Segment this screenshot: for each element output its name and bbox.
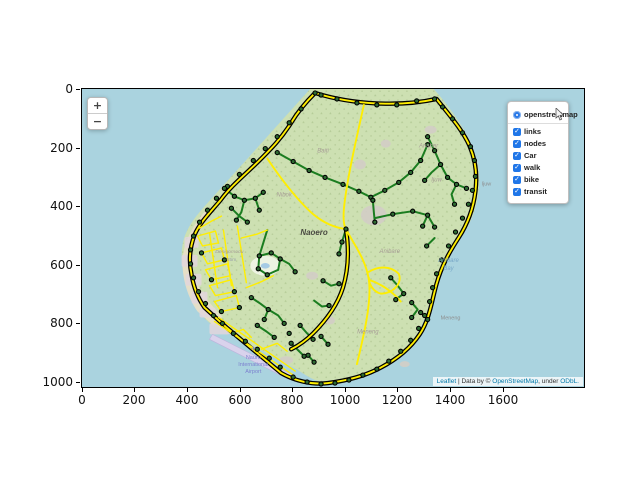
overlay-nodes[interactable]: ✓ nodes xyxy=(513,139,563,148)
y-tick-mark xyxy=(76,323,80,324)
label-baiti: Baiti xyxy=(317,149,329,155)
base-layer-label: openstreetmap xyxy=(524,110,578,119)
openstreetmap-link[interactable]: OpenStreetMap xyxy=(492,378,538,385)
map-canvas[interactable]: Naoero Baiti Anabar Ijuw Ijuw Nibok Anib… xyxy=(81,88,585,388)
checkbox-checked-icon[interactable]: ✓ xyxy=(513,139,521,148)
overlay-bike[interactable]: ✓ bike xyxy=(513,175,563,184)
x-tick-mark xyxy=(397,388,398,392)
airplane-icon: ✈ xyxy=(250,346,256,353)
y-tick-mark xyxy=(76,148,80,149)
zoom-in-button[interactable]: + xyxy=(88,98,107,114)
overlay-label: links xyxy=(524,127,542,136)
label-ijuw-coast: Ijuw xyxy=(482,181,492,187)
checkbox-checked-icon[interactable]: ✓ xyxy=(513,127,521,136)
mouse-cursor-icon xyxy=(555,108,564,121)
leaflet-link[interactable]: Leaflet xyxy=(437,378,457,385)
x-tick-mark xyxy=(82,388,83,392)
layers-separator xyxy=(508,123,568,124)
y-tick-label: 400 xyxy=(50,199,73,213)
x-tick-mark xyxy=(503,388,504,392)
zoom-out-button[interactable]: − xyxy=(88,114,107,129)
attribution-text: , under xyxy=(538,378,561,385)
buada-lagoon xyxy=(260,263,270,269)
x-tick-mark xyxy=(345,388,346,392)
x-tick-label: 200 xyxy=(122,393,146,407)
y-tick-label: 800 xyxy=(50,316,73,330)
radio-selected-icon[interactable] xyxy=(513,110,521,119)
checkbox-checked-icon[interactable]: ✓ xyxy=(513,175,521,184)
x-tick-label: 1600 xyxy=(487,393,519,407)
label-anibare-bay: Bay xyxy=(443,266,454,272)
x-tick-label: 0 xyxy=(78,393,86,407)
x-tick-label: 1400 xyxy=(434,393,466,407)
label-anibare: Anibare xyxy=(378,249,400,255)
label-airport: Nauru xyxy=(246,355,261,361)
label-anabar: Anabar xyxy=(418,144,439,150)
label-country: Naoero xyxy=(300,228,328,237)
label-meneng-coast: Meneng xyxy=(441,315,461,321)
x-tick-mark xyxy=(240,388,241,392)
map-attribution: Leaflet | Data by © OpenStreetMap, under… xyxy=(432,377,583,386)
y-tick-label: 1000 xyxy=(42,375,73,389)
matplotlib-figure: 0 200 400 600 800 1000 1200 1400 1600 0 … xyxy=(0,0,640,480)
x-tick-mark xyxy=(134,388,135,392)
x-tick-label: 1200 xyxy=(381,393,413,407)
leaflet-zoom-control: + − xyxy=(87,97,108,130)
y-tick-label: 0 xyxy=(65,82,73,96)
overlay-car[interactable]: ✓ Car xyxy=(513,151,563,160)
overlay-label: bike xyxy=(524,175,540,184)
label-anibare-bay: Anibare xyxy=(437,258,459,264)
x-tick-mark xyxy=(292,388,293,392)
odbl-link[interactable]: ODbL. xyxy=(560,378,579,385)
y-tick-mark xyxy=(76,206,80,207)
overlay-transit[interactable]: ✓ transit xyxy=(513,187,563,196)
label-nibok: Nibok xyxy=(277,192,293,198)
checkbox-checked-icon[interactable]: ✓ xyxy=(513,187,521,196)
label-airport: Airport xyxy=(245,369,262,375)
overlay-walk[interactable]: ✓ walk xyxy=(513,163,563,172)
label-meneng: Meneng xyxy=(357,329,379,335)
y-tick-mark xyxy=(76,89,80,90)
overlay-label: transit xyxy=(524,187,547,196)
checkbox-checked-icon[interactable]: ✓ xyxy=(513,151,521,160)
label-elevation: 65m xyxy=(227,257,237,263)
label-denigomodu: Denigomodu xyxy=(215,249,243,255)
y-tick-label: 200 xyxy=(50,141,73,155)
checkbox-checked-icon[interactable]: ✓ xyxy=(513,163,521,172)
overlay-label: nodes xyxy=(524,139,547,148)
x-tick-label: 800 xyxy=(280,393,304,407)
overlay-label: walk xyxy=(524,163,541,172)
x-tick-mark xyxy=(187,388,188,392)
x-tick-label: 600 xyxy=(228,393,252,407)
y-tick-label: 600 xyxy=(50,258,73,272)
overlay-links[interactable]: ✓ links xyxy=(513,127,563,136)
x-tick-label: 1000 xyxy=(329,393,361,407)
attribution-text: | Data by © xyxy=(456,378,493,385)
label-airport: International xyxy=(238,362,268,368)
y-tick-mark xyxy=(76,265,80,266)
label-ijuw: Ijuw xyxy=(431,177,442,183)
x-tick-label: 400 xyxy=(175,393,199,407)
x-tick-mark xyxy=(450,388,451,392)
y-tick-mark xyxy=(76,382,80,383)
overlay-label: Car xyxy=(524,151,537,160)
